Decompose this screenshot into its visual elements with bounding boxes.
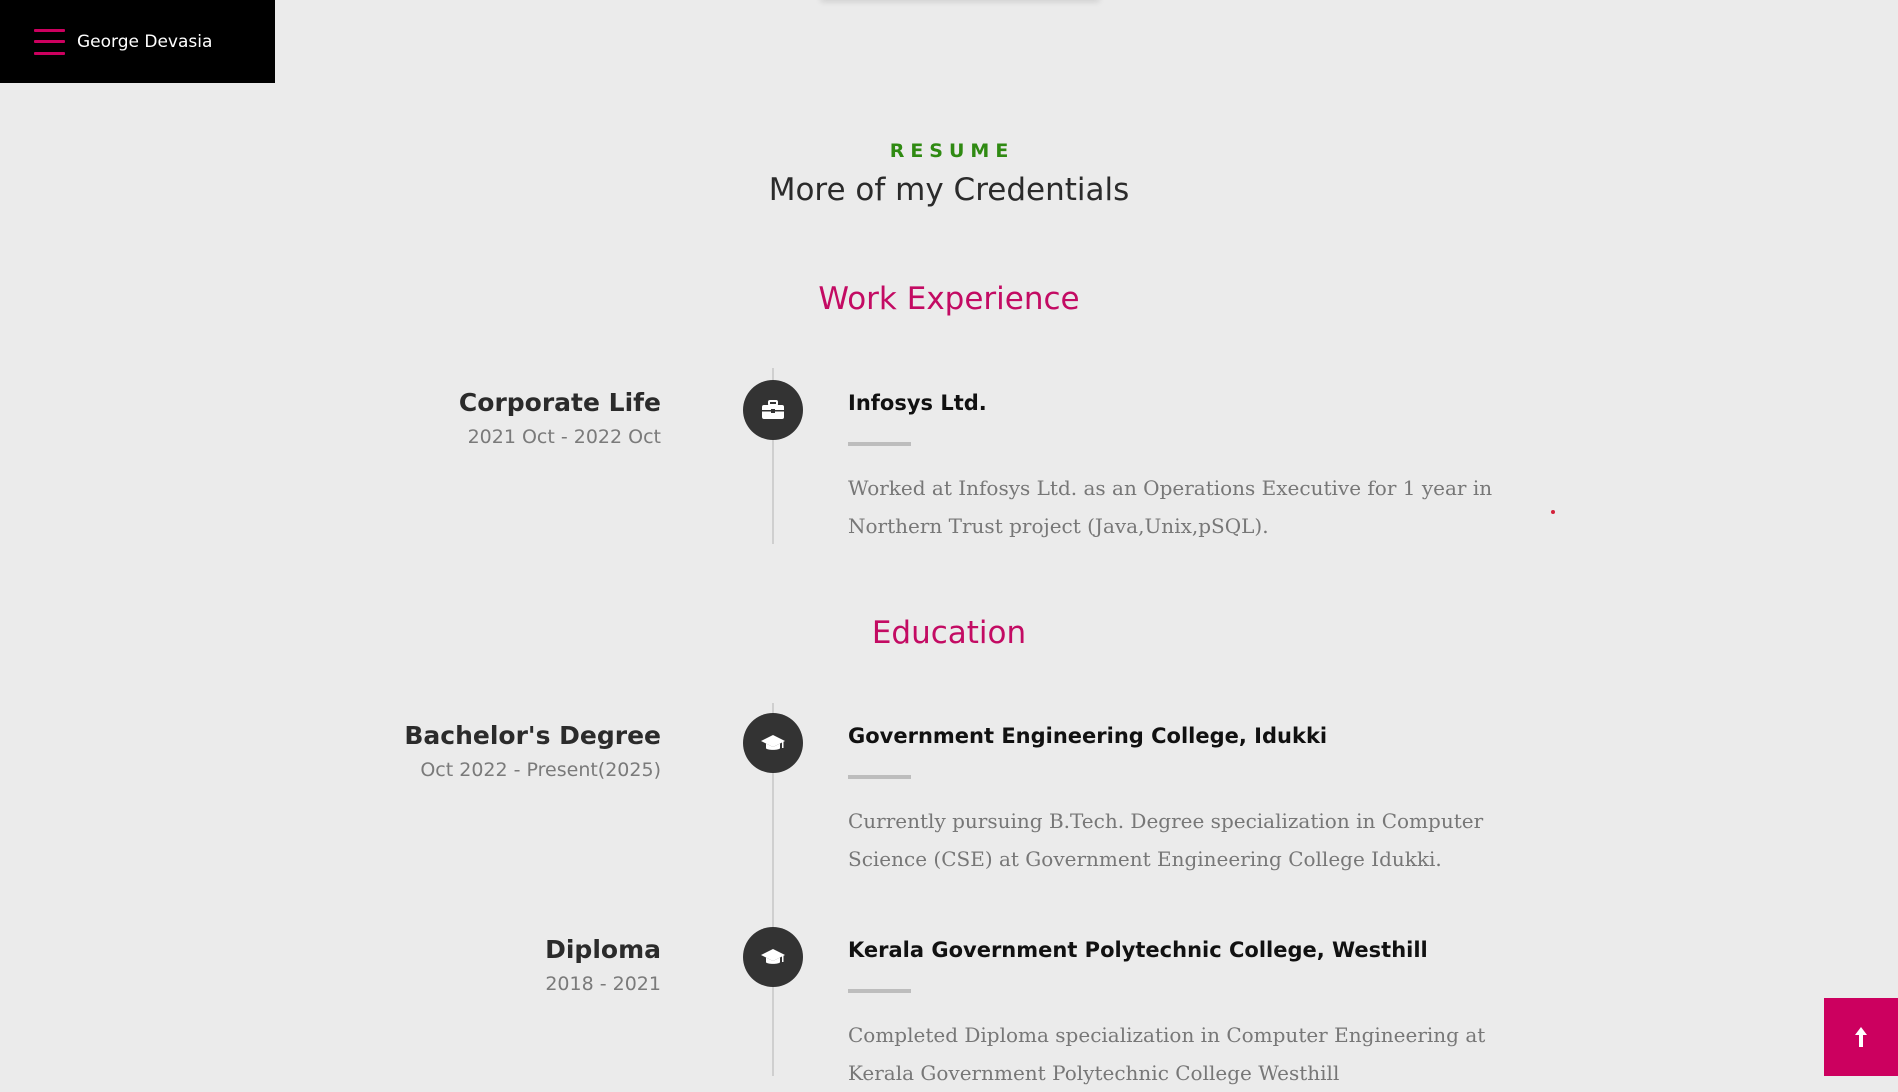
work-entry-left: Corporate Life 2021 Oct - 2022 Oct [241,388,661,448]
work-entry-right: Infosys Ltd. Worked at Infosys Ltd. as a… [848,391,1548,545]
section-title: More of my Credentials [768,172,1130,208]
entry-role: Corporate Life [458,388,661,417]
arrow-up-icon [1855,1027,1867,1047]
back-to-top-button[interactable] [1824,998,1898,1076]
education-entry-right: Kerala Government Polytechnic College, W… [848,938,1548,1092]
entry-organization: Infosys Ltd. [848,391,987,415]
entry-dates: 2018 - 2021 [545,973,661,995]
entry-dates: Oct 2022 - Present(2025) [420,759,661,781]
graduation-cap-icon [743,713,803,773]
entry-role: Diploma [545,935,661,964]
site-owner-name[interactable]: George Devasia [77,32,212,52]
entry-organization: Kerala Government Polytechnic College, W… [848,938,1428,962]
entry-divider [848,775,911,780]
entry-organization: Government Engineering College, Idukki [848,724,1328,748]
briefcase-icon [743,380,803,440]
section-eyebrow: RESUME [889,140,1015,162]
education-entry-right: Government Engineering College, Idukki C… [848,724,1548,878]
entry-dates: 2021 Oct - 2022 Oct [467,426,661,448]
cursor-dot [1551,510,1555,514]
work-experience-heading: Work Experience [818,281,1080,317]
education-entry-left: Diploma 2018 - 2021 [241,935,661,995]
education-heading: Education [871,615,1027,651]
entry-role: Bachelor's Degree [404,721,661,750]
entry-divider [848,442,911,447]
entry-description: Completed Diploma specialization in Comp… [848,1023,1486,1086]
entry-description: Currently pursuing B.Tech. Degree specia… [848,809,1484,872]
hamburger-menu-icon[interactable] [34,28,65,55]
entry-description: Worked at Infosys Ltd. as an Operations … [848,476,1493,539]
entry-divider [848,989,911,994]
education-entry-left: Bachelor's Degree Oct 2022 - Present(202… [241,721,661,781]
graduation-cap-icon [743,927,803,987]
site-header: George Devasia [0,0,275,83]
